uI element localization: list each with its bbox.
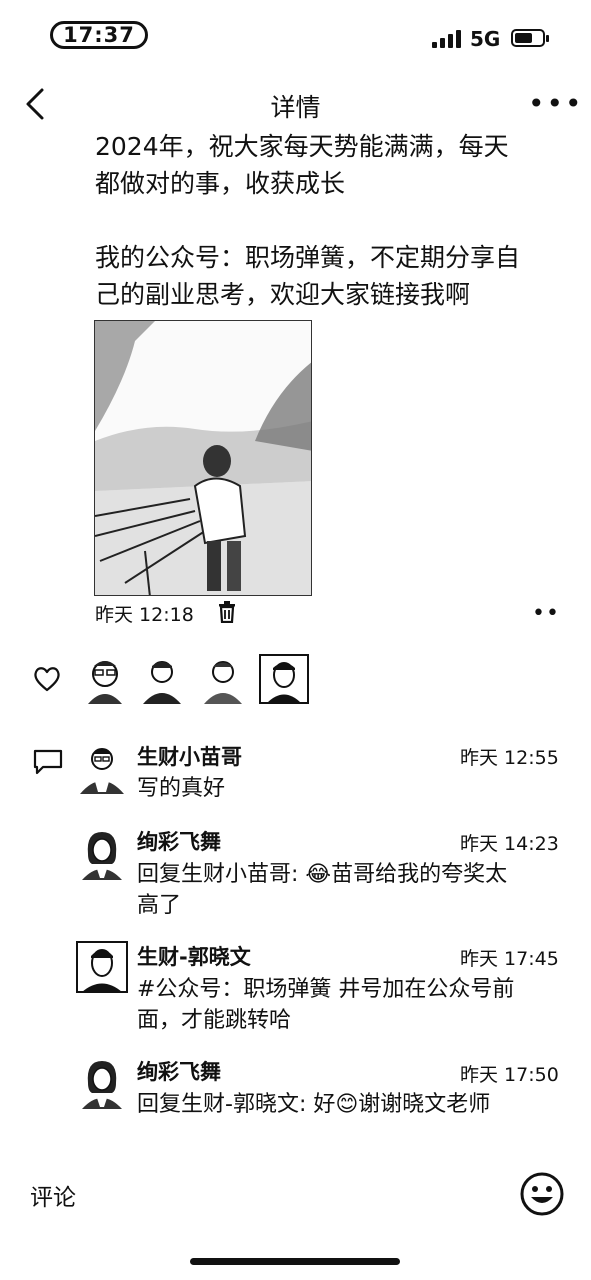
comment-text[interactable]: #公众号：职场弹簧 井号加在公众号前 面，才能跳转哈 bbox=[137, 974, 557, 1036]
post-timestamp: 昨天 12:18 bbox=[95, 604, 194, 626]
post-photo[interactable] bbox=[94, 320, 312, 596]
more-icon[interactable]: ••• bbox=[528, 90, 584, 118]
network-label: 5G bbox=[470, 27, 501, 51]
comment-time: 昨天 12:55 bbox=[460, 747, 559, 769]
avatar[interactable] bbox=[76, 742, 128, 794]
avatar[interactable] bbox=[76, 1057, 128, 1109]
post-more-icon[interactable]: •• bbox=[532, 601, 560, 626]
emoji-icon[interactable] bbox=[519, 1171, 565, 1217]
signal-icon bbox=[432, 30, 461, 48]
comment-time: 昨天 17:45 bbox=[460, 948, 559, 970]
battery-icon bbox=[511, 29, 549, 47]
comment-author[interactable]: 生财-郭晓文 bbox=[137, 941, 251, 971]
home-indicator[interactable] bbox=[190, 1258, 400, 1265]
comment-author[interactable]: 绚彩飞舞 bbox=[137, 1056, 221, 1086]
comment-time: 昨天 14:23 bbox=[460, 833, 559, 855]
comment-text[interactable]: 写的真好 bbox=[137, 773, 557, 804]
heart-icon[interactable] bbox=[33, 666, 61, 692]
comment-text[interactable]: 回复生财小苗哥: 😂苗哥给我的夸奖太 高了 bbox=[137, 859, 557, 921]
trash-icon[interactable] bbox=[217, 601, 237, 623]
comment-time: 昨天 17:50 bbox=[460, 1064, 559, 1086]
comment-icon bbox=[33, 749, 63, 775]
comment-author[interactable]: 绚彩飞舞 bbox=[137, 826, 221, 856]
page-title: 详情 bbox=[270, 93, 321, 122]
status-time: 17:37 bbox=[50, 21, 148, 49]
comment-author[interactable]: 生财小苗哥 bbox=[137, 741, 242, 771]
avatar[interactable] bbox=[137, 654, 187, 704]
avatar[interactable] bbox=[259, 654, 309, 704]
avatar[interactable] bbox=[80, 654, 130, 704]
comment-input[interactable]: 评论 bbox=[30, 1178, 76, 1212]
avatar[interactable] bbox=[76, 828, 128, 880]
avatar[interactable] bbox=[76, 941, 128, 993]
comment-text[interactable]: 回复生财-郭晓文: 好😊谢谢晓文老师 bbox=[137, 1089, 557, 1120]
post-text: 2024年，祝大家每天势能满满，每天 都做对的事，收获成长 我的公众号：职场弹簧… bbox=[95, 132, 521, 309]
avatar[interactable] bbox=[198, 654, 248, 704]
